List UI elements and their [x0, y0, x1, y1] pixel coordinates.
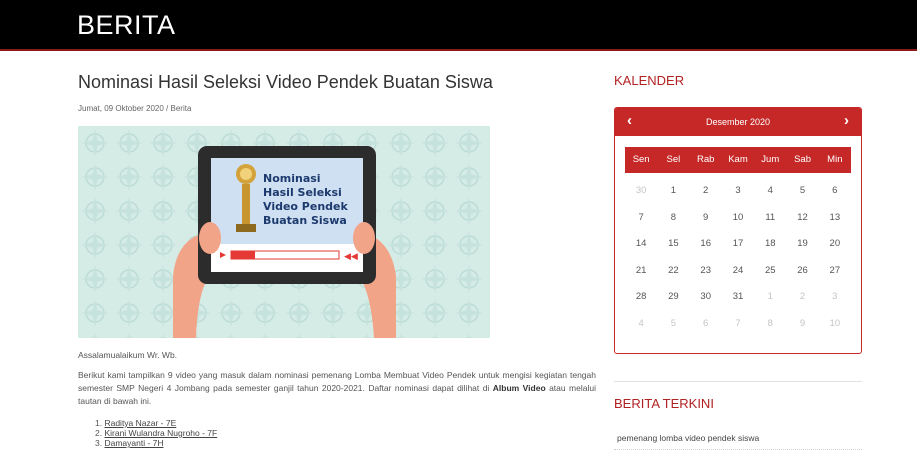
weekday-label: Rab [696, 154, 715, 165]
calendar-day[interactable]: 6 [819, 185, 851, 212]
nominee-item: 2. Kirani Wulandra Nugroho - 7F [95, 428, 217, 438]
calendar-day[interactable]: 12 [786, 212, 818, 239]
calendar-day[interactable]: 3 [722, 185, 754, 212]
svg-text:◀◀: ◀◀ [344, 252, 358, 262]
calendar-day[interactable]: 13 [819, 212, 851, 239]
weekday-label: Kam [728, 154, 748, 165]
calendar-week-row: 30 1 2 3 4 5 6 [625, 185, 851, 212]
calendar-day[interactable]: 4 [625, 318, 657, 345]
calendar-day[interactable]: 29 [657, 291, 689, 318]
calendar-day[interactable]: 1 [754, 291, 786, 318]
calendar-day[interactable]: 17 [722, 238, 754, 265]
calendar-day[interactable]: 3 [819, 291, 851, 318]
page-heading: BERITA [77, 10, 176, 40]
calendar-day[interactable]: 7 [625, 212, 657, 239]
calendar-day[interactable]: 25 [754, 265, 786, 292]
calendar-day[interactable]: 6 [690, 318, 722, 345]
calendar-day[interactable]: 16 [690, 238, 722, 265]
calendar-day[interactable]: 30 [625, 185, 657, 212]
calendar-day[interactable]: 23 [690, 265, 722, 292]
calendar-day[interactable]: 14 [625, 238, 657, 265]
calendar-grid: 30 1 2 3 4 5 6 7 8 9 10 11 12 13 14 15 16 17 18 19 20 21 22 23 2… [625, 185, 851, 344]
calendar-day[interactable]: 20 [819, 238, 851, 265]
nominee-number: 1. [95, 418, 103, 428]
hero-text-1: Nominasi [263, 172, 321, 185]
calendar-month-label: Desember 2020 [705, 117, 771, 127]
calendar-day[interactable]: 27 [819, 265, 851, 292]
calendar-day[interactable]: 10 [819, 318, 851, 345]
calendar-day[interactable]: 15 [657, 238, 689, 265]
calendar-day[interactable]: 26 [786, 265, 818, 292]
article-hero-image: Nominasi Hasil Seleksi Video Pendek Buat… [78, 126, 490, 338]
calendar-day[interactable]: 8 [754, 318, 786, 345]
nominee-number: 3. [95, 438, 103, 448]
latest-news-link[interactable]: pemenang lomba video pendek siswa [617, 433, 759, 443]
weekday-label: Sab [794, 154, 811, 165]
calendar-day[interactable]: 9 [690, 212, 722, 239]
calendar-day[interactable]: 28 [625, 291, 657, 318]
article-title: Nominasi Hasil Seleksi Video Pendek Buat… [78, 72, 493, 92]
calendar-day[interactable]: 1 [657, 185, 689, 212]
nominee-list: 1. Raditya Nazar - 7E 2. Kirani Wulandra … [95, 418, 217, 448]
calendar-day[interactable]: 9 [786, 318, 818, 345]
calendar-day[interactable]: 11 [754, 212, 786, 239]
calendar-day[interactable]: 18 [754, 238, 786, 265]
nominee-link[interactable]: Damayanti - 7H [104, 438, 163, 448]
calendar-week-row: 4 5 6 7 8 9 10 [625, 318, 851, 345]
calendar-week-row: 21 22 23 24 25 26 27 [625, 265, 851, 292]
latest-news-title: BERITA TERKINI [614, 396, 714, 411]
weekday-header: Sen Sel Rab Kam Jum Sab Min [625, 147, 851, 173]
nominee-number: 2. [95, 428, 103, 438]
sidebar-divider [614, 381, 862, 382]
calendar-day[interactable]: 31 [722, 291, 754, 318]
calendar-day[interactable]: 5 [786, 185, 818, 212]
article-paragraph: Berikut kami tampilkan 9 video yang masu… [78, 369, 596, 408]
calendar-day[interactable]: 24 [722, 265, 754, 292]
calendar-header: ‹ Desember 2020 › [615, 108, 861, 136]
nominee-item: 1. Raditya Nazar - 7E [95, 418, 217, 428]
nominee-item: 3. Damayanti - 7H [95, 438, 217, 448]
hero-text-3: Video Pendek [263, 200, 348, 213]
calendar-day[interactable]: 7 [722, 318, 754, 345]
weekday-label: Sel [666, 154, 681, 165]
site-header: BERITA [0, 0, 917, 51]
next-month-button[interactable]: › [844, 112, 849, 129]
calendar-week-row: 28 29 30 31 1 2 3 [625, 291, 851, 318]
calendar-day[interactable]: 19 [786, 238, 818, 265]
calendar-week-row: 7 8 9 10 11 12 13 [625, 212, 851, 239]
calendar-title: KALENDER [614, 73, 685, 88]
weekday-label: Min [827, 154, 843, 165]
hero-text-2: Hasil Seleksi [263, 186, 342, 199]
news-separator [614, 449, 862, 450]
nominee-link[interactable]: Raditya Nazar - 7E [104, 418, 176, 428]
calendar-day[interactable]: 2 [786, 291, 818, 318]
hero-text-4: Buatan Siswa [263, 214, 347, 227]
calendar-widget: ‹ Desember 2020 › Sen Sel Rab Kam Jum Sab Min … [614, 107, 862, 354]
article-meta: Jumat, 09 Oktober 2020 / Berita [78, 104, 192, 113]
calendar-day[interactable]: 2 [690, 185, 722, 212]
calendar-day[interactable]: 30 [690, 291, 722, 318]
calendar-day[interactable]: 22 [657, 265, 689, 292]
calendar-day[interactable]: 5 [657, 318, 689, 345]
weekday-label: Jum [761, 154, 780, 165]
weekday-label: Sen [632, 154, 650, 165]
greeting-text: Assalamualaikum Wr. Wb. [78, 350, 178, 360]
calendar-day[interactable]: 8 [657, 212, 689, 239]
calendar-day[interactable]: 4 [754, 185, 786, 212]
hero-illustration: Nominasi Hasil Seleksi Video Pendek Buat… [78, 126, 490, 338]
calendar-day[interactable]: 10 [722, 212, 754, 239]
album-video-text: Album Video [492, 383, 546, 393]
nominee-link[interactable]: Kirani Wulandra Nugroho - 7F [104, 428, 217, 438]
calendar-day[interactable]: 21 [625, 265, 657, 292]
calendar-week-row: 14 15 16 17 18 19 20 [625, 238, 851, 265]
